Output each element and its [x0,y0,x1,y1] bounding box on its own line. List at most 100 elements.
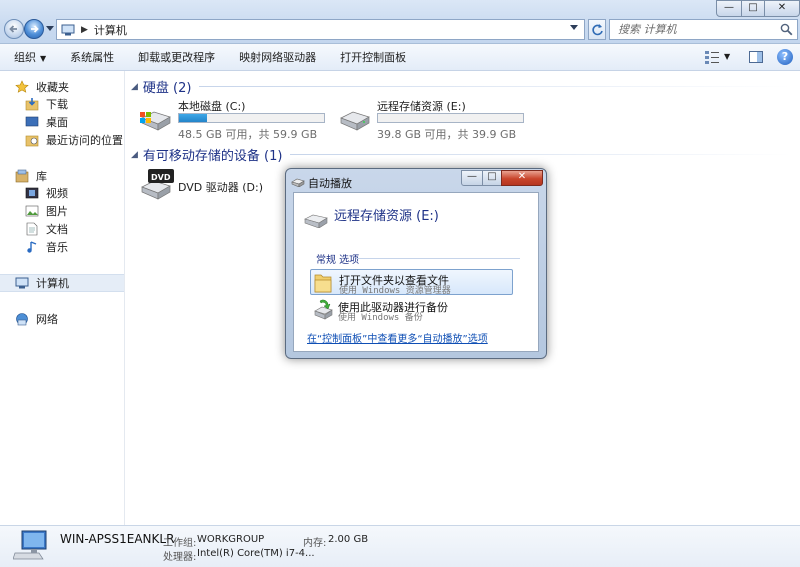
search-icon[interactable] [780,23,793,36]
drive-e[interactable]: 远程存储资源 (E:) 39.8 GB 可用，共 39.9 GB [337,98,537,141]
search-input[interactable] [618,23,778,36]
sidebar-item-label: 计算机 [36,277,69,290]
dialog-title: 自动播放 [308,177,352,190]
downloads-folder-icon [24,97,40,111]
preview-pane-icon[interactable] [748,49,764,65]
group-header-label: 有可移动存储的设备 (1) [142,149,283,164]
history-dropdown-icon[interactable] [46,26,54,32]
help-button[interactable]: ? [777,49,793,65]
dialog-body: 远程存储资源 (E:) 常规 选项 打开文件夹以查看文件 使用 Windows … [293,192,539,352]
drive-small-icon [291,178,305,187]
network-icon [14,312,30,326]
computer-icon [14,276,30,290]
group-header-hard-disks[interactable]: ◢ 硬盘 (2) [131,77,791,96]
drive-usage-bar [178,113,325,123]
star-icon [14,80,30,94]
sidebar-item-music[interactable]: 音乐 [0,238,124,256]
chevron-right-icon[interactable]: ▶ [81,25,88,35]
video-icon [24,186,40,200]
dialog-maximize-button[interactable]: □ [482,170,502,186]
processor-label: 处理器: [163,552,197,563]
address-bar[interactable]: ▶ 计算机 [56,19,585,40]
sidebar-item-label: 最近访问的位置 [46,134,123,147]
address-dropdown-icon[interactable] [570,25,578,31]
arrow-left-icon [9,25,17,33]
section-divider [356,258,520,259]
folder-icon [314,274,332,293]
sidebar-item-label: 文档 [46,223,68,236]
sidebar-item-documents[interactable]: 文档 [0,220,124,238]
group-header-label: 硬盘 (2) [142,81,192,96]
collapse-triangle-icon[interactable]: ◢ [131,82,138,92]
processor-value: Intel(R) Core(TM) i7-4... [197,548,315,559]
sidebar-item-label: 下载 [46,98,68,111]
uninstall-programs-button[interactable]: 卸载或更改程序 [138,49,215,65]
documents-icon [24,222,40,236]
drive-d-dvd[interactable]: DVD DVD 驱动器 (D:) [138,167,298,203]
sidebar-item-downloads[interactable]: 下载 [0,95,124,113]
backup-icon [314,299,333,320]
map-network-drive-button[interactable]: 映射网络驱动器 [239,49,316,65]
drive-usage-fill [179,114,207,122]
close-button[interactable]: ✕ [764,0,800,17]
drive-name: 远程存储资源 (E:) [377,100,466,113]
group-divider [199,86,791,87]
minimize-button[interactable]: — [716,0,742,17]
maximize-button[interactable]: □ [741,0,765,17]
title-address-bar: — □ ✕ ▶ 计算机 [0,0,800,44]
sidebar-item-favorites[interactable]: 收藏夹 [0,78,124,96]
option-open-folder[interactable]: 打开文件夹以查看文件 使用 Windows 资源管理器 [310,269,513,296]
arrow-right-icon [31,25,39,33]
group-divider [290,154,791,155]
drive-icon [340,111,370,131]
sidebar-item-label: 收藏夹 [36,81,69,94]
computer-large-icon [13,530,47,560]
general-options-heading: 常规 选项 [316,255,360,266]
sidebar-item-pictures[interactable]: 图片 [0,202,124,220]
organize-label: 组织 [14,51,36,64]
sidebar-item-libraries[interactable]: 库 [0,167,124,185]
dvd-drive-icon: DVD [141,169,174,200]
dialog-minimize-button[interactable]: — [461,170,483,186]
more-autoplay-options-link[interactable]: 在“控制面板”中查看更多“自动播放”选项 [307,330,488,345]
dialog-close-button[interactable]: ✕ [501,170,543,186]
breadcrumb-computer[interactable]: 计算机 [94,22,127,38]
view-options-icon[interactable] [704,49,720,65]
computer-icon [61,24,75,35]
music-icon [24,240,40,254]
drive-icon [304,214,328,228]
sidebar-item-computer[interactable]: 计算机 [0,274,124,292]
refresh-button[interactable] [588,19,606,40]
open-control-panel-button[interactable]: 打开控制面板 [340,49,406,65]
sidebar-item-network[interactable]: 网络 [0,310,124,328]
sidebar-item-videos[interactable]: 视频 [0,184,124,202]
command-bar: 组织 ▼ 系统属性 卸载或更改程序 映射网络驱动器 打开控制面板 ▼ ? [0,44,800,71]
drive-name: 本地磁盘 (C:) [178,100,246,113]
sidebar-item-recent[interactable]: 最近访问的位置 [0,131,124,149]
option-backup[interactable]: 使用此驱动器进行备份 使用 Windows 备份 [310,297,513,323]
sidebar-item-desktop[interactable]: 桌面 [0,113,124,131]
organize-menu[interactable]: 组织 ▼ [14,49,46,65]
collapse-triangle-icon[interactable]: ◢ [131,150,138,160]
drive-c[interactable]: 本地磁盘 (C:) 48.5 GB 可用，共 59.9 GB [138,98,338,141]
drive-free-space: 48.5 GB 可用，共 59.9 GB [178,128,318,141]
pictures-icon [24,204,40,218]
sidebar-item-label: 桌面 [46,116,68,129]
sidebar-item-label: 库 [36,170,47,183]
sidebar-item-label: 音乐 [46,241,68,254]
computer-name: WIN-APSS1EANKLR [60,532,175,546]
group-header-removable[interactable]: ◢ 有可移动存储的设备 (1) [131,145,791,164]
search-box[interactable] [609,19,798,40]
forward-button[interactable] [24,19,44,39]
workgroup-value: WORKGROUP [197,534,265,545]
back-button[interactable] [4,19,24,39]
details-pane: WIN-APSS1EANKLR 工作组: WORKGROUP 内存: 2.00 … [0,525,800,567]
drive-usage-bar [377,113,524,123]
dialog-drive-name: 远程存储资源 (E:) [334,209,439,224]
navigation-pane: 收藏夹 下载 桌面 最近访问的位置 库 视频 图片 文档 音乐 计算机 网络 [0,71,125,525]
sidebar-item-label: 网络 [36,313,58,326]
view-dropdown-icon[interactable]: ▼ [724,52,730,61]
option-subtitle: 使用 Windows 资源管理器 [339,286,451,296]
sidebar-item-label: 图片 [46,205,68,218]
system-properties-button[interactable]: 系统属性 [70,49,114,65]
